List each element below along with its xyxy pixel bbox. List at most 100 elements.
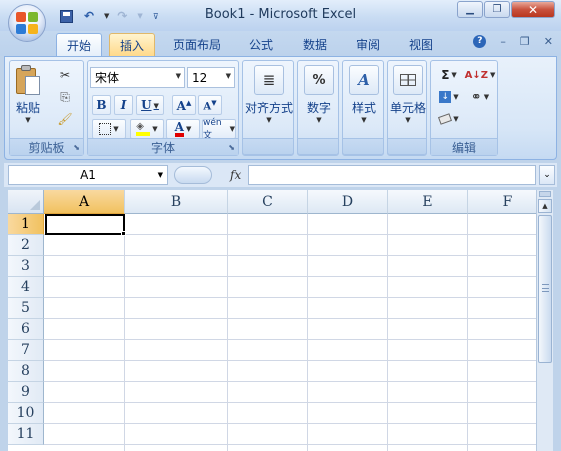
row-header-8[interactable]: 8 <box>8 361 44 382</box>
tab-data[interactable]: 数据 <box>293 33 337 56</box>
sort-filter-button[interactable]: A↓Z ▼ <box>465 65 496 85</box>
font-color-button[interactable]: A ▼ <box>166 119 200 139</box>
row-header-10[interactable]: 10 <box>8 403 44 424</box>
font-color-dropdown-icon: ▼ <box>185 125 192 133</box>
column-header-d[interactable]: D <box>308 190 388 214</box>
clear-dropdown-icon: ▼ <box>453 115 459 123</box>
row-header-11[interactable]: 11 <box>8 424 44 445</box>
binoculars-icon: ⚭ <box>470 89 482 105</box>
scroll-thumb[interactable] <box>538 215 552 363</box>
borders-button[interactable]: ▼ <box>92 119 126 139</box>
row-header-6[interactable]: 6 <box>8 319 44 340</box>
column-header-c[interactable]: C <box>228 190 308 214</box>
styles-button[interactable]: A 样式 ▼ <box>343 65 385 124</box>
font-dialog-launcher-icon[interactable]: ⬊ <box>228 143 235 152</box>
column-header-f[interactable]: F <box>468 190 536 214</box>
active-cell-a1[interactable] <box>45 214 125 235</box>
close-button[interactable]: ✕ <box>511 1 555 18</box>
autosum-dropdown-icon: ▼ <box>451 71 457 79</box>
row-header-9[interactable]: 9 <box>8 382 44 403</box>
workbook-restore-icon[interactable]: ❐ <box>520 35 530 48</box>
find-select-button[interactable]: ⚭ ▼ <box>465 87 495 107</box>
tab-page-layout[interactable]: 页面布局 <box>163 33 231 56</box>
row-header-4[interactable]: 4 <box>8 277 44 298</box>
grid-line <box>124 214 125 451</box>
fill-handle[interactable] <box>121 231 126 236</box>
select-all-corner[interactable] <box>8 190 44 214</box>
minimize-button[interactable]: ▁ <box>457 1 483 18</box>
row-header-7[interactable]: 7 <box>8 340 44 361</box>
bold-button[interactable]: B <box>92 95 111 115</box>
tab-view[interactable]: 视图 <box>399 33 443 56</box>
row-header-5[interactable]: 5 <box>8 298 44 319</box>
phonetic-dropdown-icon: ▼ <box>229 125 235 133</box>
shrink-font-button[interactable]: A▼ <box>198 95 222 115</box>
cells-label: 单元格 <box>389 101 426 115</box>
underline-dropdown-icon: ▼ <box>153 100 159 110</box>
number-dropdown-icon: ▼ <box>316 116 322 124</box>
column-header-e[interactable]: E <box>388 190 468 214</box>
insert-function-icon[interactable]: fx <box>230 168 241 182</box>
cells-button[interactable]: 单元格 ▼ <box>386 65 430 124</box>
font-name-dropdown-icon: ▼ <box>175 72 181 80</box>
name-box[interactable]: A1 ▼ <box>8 165 168 185</box>
copy-icon: ⎘ <box>60 89 70 104</box>
underline-label: U <box>141 98 152 112</box>
grid-line <box>44 360 536 361</box>
workbook-minimize-icon[interactable]: – <box>500 35 506 48</box>
font-name-value: 宋体 <box>95 71 120 85</box>
copy-button[interactable]: ⎘ <box>54 87 76 107</box>
underline-button[interactable]: U ▼ <box>136 95 164 115</box>
autosum-button[interactable]: Σ ▼ <box>435 65 463 85</box>
clear-button[interactable]: ▼ <box>435 109 463 129</box>
sort-filter-dropdown-icon: ▼ <box>490 71 496 79</box>
column-header-a[interactable]: A <box>44 190 125 214</box>
column-header-b[interactable]: B <box>125 190 228 214</box>
find-select-dropdown-icon: ▼ <box>483 93 490 101</box>
fill-button[interactable]: ↓ ▼ <box>435 87 463 107</box>
tab-insert[interactable]: 插入 <box>109 33 156 56</box>
alignment-button[interactable]: ≣ 对齐方式 ▼ <box>243 65 295 124</box>
workbook-close-icon[interactable]: ✕ <box>544 35 553 48</box>
worksheet-grid[interactable]: A B C D E F 1 2 3 4 5 6 7 8 9 10 11 <box>8 190 536 451</box>
formula-input[interactable] <box>248 165 536 185</box>
number-button[interactable]: % 数字 ▼ <box>298 65 340 124</box>
help-icon[interactable]: ? <box>473 35 487 48</box>
tab-review[interactable]: 审阅 <box>346 33 390 56</box>
formula-tools: fx <box>168 165 248 185</box>
tab-home[interactable]: 开始 <box>56 33 103 56</box>
grid-line <box>44 423 536 424</box>
cells-group-footer <box>387 138 427 155</box>
restore-icon: ❐ <box>492 4 502 15</box>
paste-dropdown-icon[interactable]: ▼ <box>25 116 30 124</box>
paste-button[interactable]: 粘贴 ▼ <box>14 65 42 124</box>
phonetic-button[interactable]: wén文 ▼ <box>202 118 236 141</box>
row-header-1[interactable]: 1 <box>8 214 44 235</box>
split-box[interactable] <box>539 191 551 197</box>
grow-font-button[interactable]: A▲ <box>172 95 196 115</box>
row-header-3[interactable]: 3 <box>8 256 44 277</box>
tab-formulas[interactable]: 公式 <box>239 33 283 56</box>
fill-color-button[interactable]: ◈ ▼ <box>130 119 164 139</box>
cut-button[interactable]: ✂ <box>54 65 76 85</box>
grid-line <box>44 444 536 445</box>
scroll-up-icon[interactable]: ▲ <box>538 199 552 213</box>
workbook-controls: ? – ❐ ✕ <box>473 35 553 48</box>
formula-bar-grip[interactable] <box>174 166 212 184</box>
minimize-icon: ▁ <box>466 4 474 15</box>
font-name-combo[interactable]: 宋体 ▼ <box>90 67 185 88</box>
format-painter-button[interactable]: 🖌 <box>54 109 76 129</box>
restore-button[interactable]: ❐ <box>484 1 510 18</box>
row-header-2[interactable]: 2 <box>8 235 44 256</box>
name-box-value: A1 <box>80 168 96 182</box>
italic-button[interactable]: I <box>114 95 133 115</box>
fill-color-icon: ◈ <box>136 122 151 136</box>
clipboard-dialog-launcher-icon[interactable]: ⬊ <box>73 143 80 152</box>
expand-formula-bar-icon[interactable]: ⌄ <box>539 165 555 185</box>
vertical-scrollbar[interactable]: ▲ <box>536 190 553 451</box>
font-size-combo[interactable]: 12 ▼ <box>187 67 235 88</box>
office-button[interactable] <box>8 4 46 42</box>
scissors-icon: ✂ <box>59 68 71 82</box>
excel-window: ↶ ▼ ↷ ▼ ⊽ Book1 - Microsoft Excel ▁ ❐ ✕ … <box>0 0 561 451</box>
grid-line <box>307 214 308 451</box>
